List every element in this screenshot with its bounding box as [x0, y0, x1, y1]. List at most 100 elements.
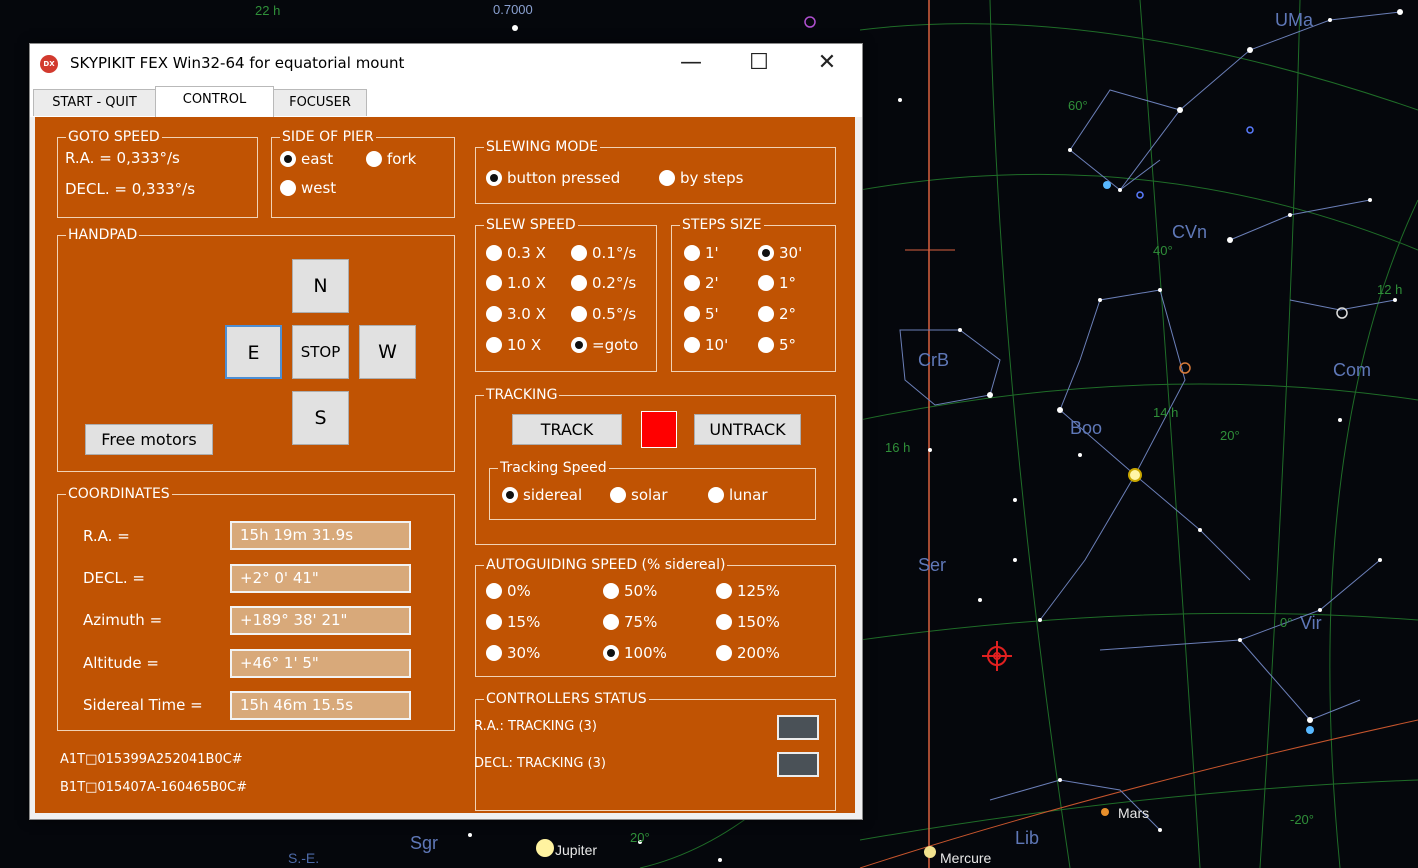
radio-guide-75[interactable]: 75%	[603, 612, 657, 632]
radio-by-steps[interactable]: by steps	[659, 168, 743, 188]
star	[1238, 638, 1242, 642]
star	[987, 392, 993, 398]
star-bright	[1128, 468, 1142, 482]
radio-step-1m[interactable]: 1'	[684, 243, 719, 263]
radio-step-30m[interactable]: 30'	[758, 243, 802, 263]
south-button[interactable]: S	[292, 391, 349, 445]
coordinates-group: COORDINATES R.A. = 15h 19m 31.9s DECL. =…	[57, 485, 455, 731]
raw-line-decl: B1T□015407A-160465B0C#	[60, 780, 248, 795]
grid-line	[859, 383, 1418, 421]
radio-pier-west[interactable]: west	[280, 178, 336, 198]
radio-slew-3-0x[interactable]: 3.0 X	[486, 304, 546, 324]
radio-track-sidereal[interactable]: sidereal	[502, 485, 582, 505]
constellation-line	[1229, 199, 1371, 241]
star	[1118, 188, 1122, 192]
star	[468, 833, 472, 837]
star	[1247, 47, 1253, 53]
star	[718, 858, 722, 862]
radio-slew-goto[interactable]: =goto	[571, 335, 638, 355]
goto-speed-title: GOTO SPEED	[66, 128, 162, 146]
radio-dot-icon	[758, 275, 774, 291]
radio-button-pressed[interactable]: button pressed	[486, 168, 620, 188]
radio-dot-icon	[610, 487, 626, 503]
radio-slew-0-3x[interactable]: 0.3 X	[486, 243, 546, 263]
radio-pier-east[interactable]: east	[280, 149, 333, 169]
radio-pier-fork[interactable]: fork	[366, 149, 416, 169]
slewing-mode-group: SLEWING MODE button pressed by steps	[475, 138, 836, 204]
star	[1098, 298, 1102, 302]
grid-line	[1329, 199, 1418, 868]
radio-step-2d[interactable]: 2°	[758, 304, 796, 324]
steps-size-title: STEPS SIZE	[680, 216, 764, 234]
west-button[interactable]: W	[359, 325, 416, 379]
radio-dot-icon	[603, 614, 619, 630]
stop-button[interactable]: STOP	[292, 325, 349, 379]
raw-line-ra: A1T□015399A252041B0C#	[60, 752, 243, 767]
grid-line	[859, 612, 1418, 641]
radio-track-solar[interactable]: solar	[610, 485, 668, 505]
radio-slew-0-5[interactable]: 0.5°/s	[571, 304, 636, 324]
planet-label: Jupiter	[555, 842, 598, 858]
radio-slew-0-2[interactable]: 0.2°/s	[571, 273, 636, 293]
radio-track-lunar[interactable]: lunar	[708, 485, 768, 505]
radio-dot-icon	[603, 645, 619, 661]
tracking-speed-group: Tracking Speed sidereal solar lunar	[489, 459, 816, 520]
grid-label: -20°	[1290, 812, 1314, 827]
track-button[interactable]: TRACK	[512, 414, 622, 445]
constellation-line	[1119, 11, 1401, 191]
grid-label: 40°	[1153, 243, 1173, 258]
radio-dot-icon	[571, 306, 587, 322]
free-motors-button[interactable]: Free motors	[85, 424, 213, 455]
radio-dot-icon	[684, 275, 700, 291]
tab-focuser[interactable]: FOCUSER	[273, 89, 367, 116]
sidereal-time-value: 15h 46m 15.5s	[230, 691, 411, 720]
radio-dot-icon	[571, 245, 587, 261]
ra-status-text: R.A.: TRACKING (3)	[474, 719, 597, 734]
north-button[interactable]: N	[292, 259, 349, 313]
radio-guide-150[interactable]: 150%	[716, 612, 780, 632]
close-button[interactable]: ✕	[804, 44, 850, 84]
radio-guide-100[interactable]: 100%	[603, 643, 667, 663]
star	[1318, 608, 1322, 612]
radio-guide-30[interactable]: 30%	[486, 643, 540, 663]
radio-step-5d[interactable]: 5°	[758, 335, 796, 355]
tracking-indicator	[641, 411, 677, 448]
radio-dot-icon	[486, 245, 502, 261]
sidereal-time-label: Sidereal Time =	[83, 696, 203, 714]
radio-guide-50[interactable]: 50%	[603, 581, 657, 601]
mars-dot	[1101, 808, 1109, 816]
radio-guide-0[interactable]: 0%	[486, 581, 531, 601]
radio-step-5m[interactable]: 5'	[684, 304, 719, 324]
app-icon: DX	[40, 55, 58, 73]
minimize-button[interactable]: —	[668, 44, 714, 84]
grid-line	[989, 0, 1071, 868]
constellation-label: CVn	[1172, 222, 1208, 242]
tab-start-quit[interactable]: START - QUIT	[33, 89, 156, 116]
tab-control[interactable]: CONTROL	[155, 86, 274, 117]
radio-step-1d[interactable]: 1°	[758, 273, 796, 293]
altitude-label: Altitude =	[83, 654, 159, 672]
radio-dot-icon	[571, 337, 587, 353]
slew-speed-group: SLEW SPEED 0.3 X 0.1°/s 1.0 X 0.2°/s 3.0…	[475, 216, 657, 372]
radio-guide-125[interactable]: 125%	[716, 581, 780, 601]
untrack-button[interactable]: UNTRACK	[694, 414, 801, 445]
radio-guide-200[interactable]: 200%	[716, 643, 780, 663]
radio-slew-1-0x[interactable]: 1.0 X	[486, 273, 546, 293]
star	[1227, 237, 1233, 243]
constellation-line	[899, 329, 1001, 406]
radio-step-10m[interactable]: 10'	[684, 335, 728, 355]
azimuth-value: +189° 38' 21"	[230, 606, 411, 635]
side-of-pier-group: SIDE OF PIER east fork west	[271, 128, 455, 218]
radio-slew-0-1[interactable]: 0.1°/s	[571, 243, 636, 263]
radio-step-2m[interactable]: 2'	[684, 273, 719, 293]
east-button[interactable]: E	[225, 325, 282, 379]
title-bar[interactable]: DX SKYPIKIT FEX Win32-64 for equatorial …	[30, 44, 862, 84]
grid-line	[1259, 0, 1301, 868]
grid-label: 0°	[1280, 615, 1293, 630]
radio-guide-15[interactable]: 15%	[486, 612, 540, 632]
radio-dot-icon	[716, 645, 732, 661]
radio-slew-10x[interactable]: 10 X	[486, 335, 541, 355]
maximize-button[interactable]: ☐	[736, 44, 782, 84]
star	[1013, 498, 1017, 502]
star	[1288, 213, 1292, 217]
